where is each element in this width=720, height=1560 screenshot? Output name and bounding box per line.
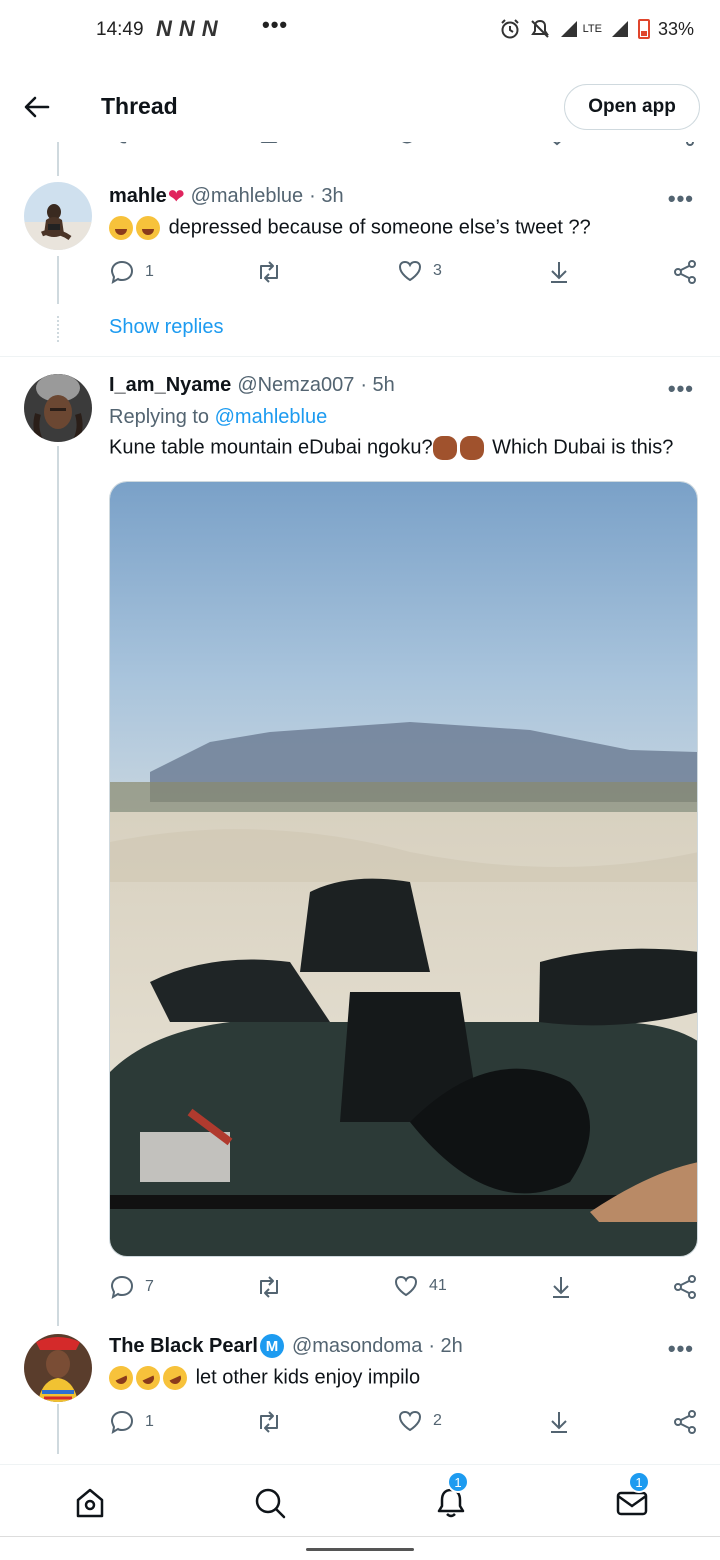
- m-badge-icon: M: [259, 1334, 284, 1358]
- reply-button[interactable]: 1: [109, 1409, 154, 1435]
- tweet-body: let other kids enjoy impilo: [195, 1366, 421, 1389]
- more-options-button[interactable]: •••: [668, 1336, 694, 1362]
- tweet-time: · 2h: [428, 1334, 463, 1357]
- download-icon: [551, 1412, 567, 1433]
- open-app-button[interactable]: Open app: [564, 84, 700, 130]
- home-indicator[interactable]: [306, 1548, 414, 1551]
- reply-icon: [110, 1410, 134, 1435]
- tweet-header: The Black Pearl M @masondoma · 2h: [109, 1334, 463, 1358]
- user-handle[interactable]: @masondoma: [292, 1335, 422, 1358]
- avatar[interactable]: [24, 1334, 92, 1402]
- tweet-actions: 1 2: [109, 1409, 699, 1439]
- like-button[interactable]: 2: [397, 1409, 442, 1433]
- back-button[interactable]: [22, 92, 52, 122]
- download-button[interactable]: [547, 1409, 571, 1435]
- nav-notifications[interactable]: 1: [431, 1471, 471, 1523]
- gesture-bar: [0, 1536, 720, 1560]
- bottom-navigation: 1 1: [0, 1464, 720, 1536]
- like-count: 2: [433, 1412, 442, 1429]
- reply-count: 1: [145, 1413, 154, 1430]
- nav-home[interactable]: [70, 1483, 110, 1523]
- rofl-emoji-icon: [105, 1362, 137, 1394]
- search-icon: [255, 1488, 286, 1519]
- tweet-text: let other kids enjoy impilo: [105, 1362, 421, 1394]
- messages-badge: 1: [628, 1471, 650, 1493]
- share-icon: [674, 1410, 696, 1434]
- tweet[interactable]: The Black Pearl M @masondoma · 2h ••• le…: [0, 0, 720, 1460]
- rofl-emoji-icon: [132, 1362, 164, 1394]
- nav-search[interactable]: [250, 1483, 290, 1523]
- heart-icon: [398, 1410, 422, 1432]
- retweet-icon: [260, 1411, 278, 1433]
- display-name[interactable]: The Black Pearl: [109, 1335, 258, 1358]
- share-button[interactable]: [672, 1409, 698, 1435]
- retweet-button[interactable]: [255, 1409, 283, 1435]
- rofl-emoji-icon: [159, 1362, 191, 1394]
- home-icon: [76, 1488, 104, 1518]
- arrow-left-icon: [24, 96, 50, 118]
- nav-messages[interactable]: 1: [612, 1471, 652, 1523]
- notification-badge: 1: [447, 1471, 469, 1493]
- page-title: Thread: [101, 93, 178, 119]
- top-app-bar: Thread Open app: [0, 70, 720, 142]
